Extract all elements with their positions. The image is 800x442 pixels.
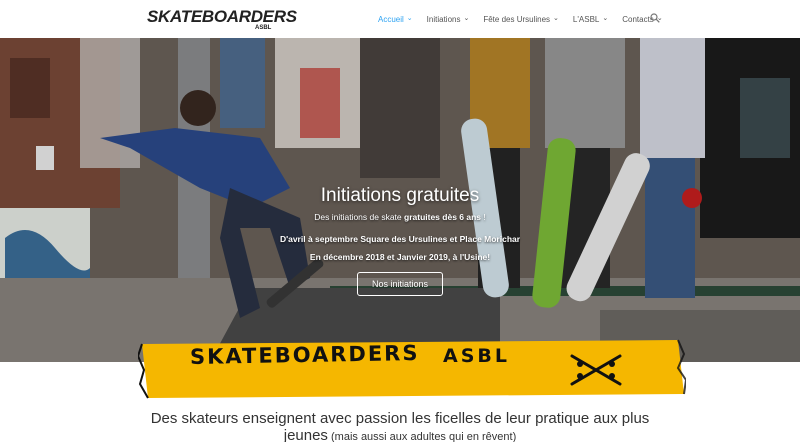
main-nav: Accueil ⌄ Initiations ⌄ Fête des Ursulin…	[378, 0, 677, 38]
nav-item-label: L'ASBL	[572, 14, 600, 24]
intro-line-2-small: (mais aussi aux adultes qui en rêvent)	[327, 431, 517, 442]
nav-item-initiations[interactable]: Initiations ⌄	[427, 15, 470, 24]
hero-line-2: D'avril à septembre Square des Ursulines…	[279, 234, 521, 244]
hero-line-1-bold: gratuites dès 6 ans	[404, 212, 482, 222]
intro-text: Des skateurs enseignent avec passion les…	[0, 410, 800, 442]
banner-asbl: ASBL	[443, 345, 510, 367]
initiations-button[interactable]: Nos initiations	[357, 272, 443, 296]
intro-line-2-main: jeunes	[283, 427, 328, 442]
nav-item-fete-des-ursulines[interactable]: Fête des Ursulines ⌄	[483, 15, 559, 24]
hero-line-3: En décembre 2018 et Janvier 2019, à l'Us…	[309, 252, 491, 262]
nav-item-label: Accueil	[378, 14, 404, 24]
search-icon[interactable]	[650, 13, 660, 23]
chevron-down-icon: ⌄	[406, 15, 413, 22]
hero-line-1-post: !	[481, 212, 486, 222]
crossed-skateboards-icon	[570, 354, 622, 386]
logo-text: SKATEBOARDERS	[147, 7, 297, 26]
banner-title: SKATEBOARDERS	[189, 340, 420, 370]
nav-item-label: Initiations	[426, 14, 461, 24]
site-header: SKATEBOARDERS ASBL Accueil ⌄ Initiations…	[0, 0, 800, 38]
nav-item-accueil[interactable]: Accueil ⌄	[378, 15, 413, 24]
hero-line-1-pre: Des initiations de skate	[314, 212, 405, 222]
nav-item-label: Fête des Ursulines	[483, 14, 551, 24]
site-logo[interactable]: SKATEBOARDERS ASBL	[147, 6, 297, 32]
nav-item-asbl[interactable]: L'ASBL ⌄	[573, 15, 608, 24]
chevron-down-icon: ⌄	[463, 15, 470, 22]
hero-section: Initiations gratuites Des initiations de…	[0, 38, 800, 362]
logo-subtext: ASBL	[255, 25, 272, 31]
hero-title: Initiations gratuites	[320, 185, 480, 206]
chevron-down-icon: ⌄	[602, 15, 609, 22]
intro-line-1: Des skateurs enseignent avec passion les…	[150, 410, 650, 427]
intro-line-2: jeunes (mais aussi aux adultes qui en rê…	[0, 427, 800, 442]
hero-line-1: Des initiations de skate gratuites dès 6…	[0, 212, 800, 222]
chevron-down-icon: ⌄	[553, 15, 559, 22]
